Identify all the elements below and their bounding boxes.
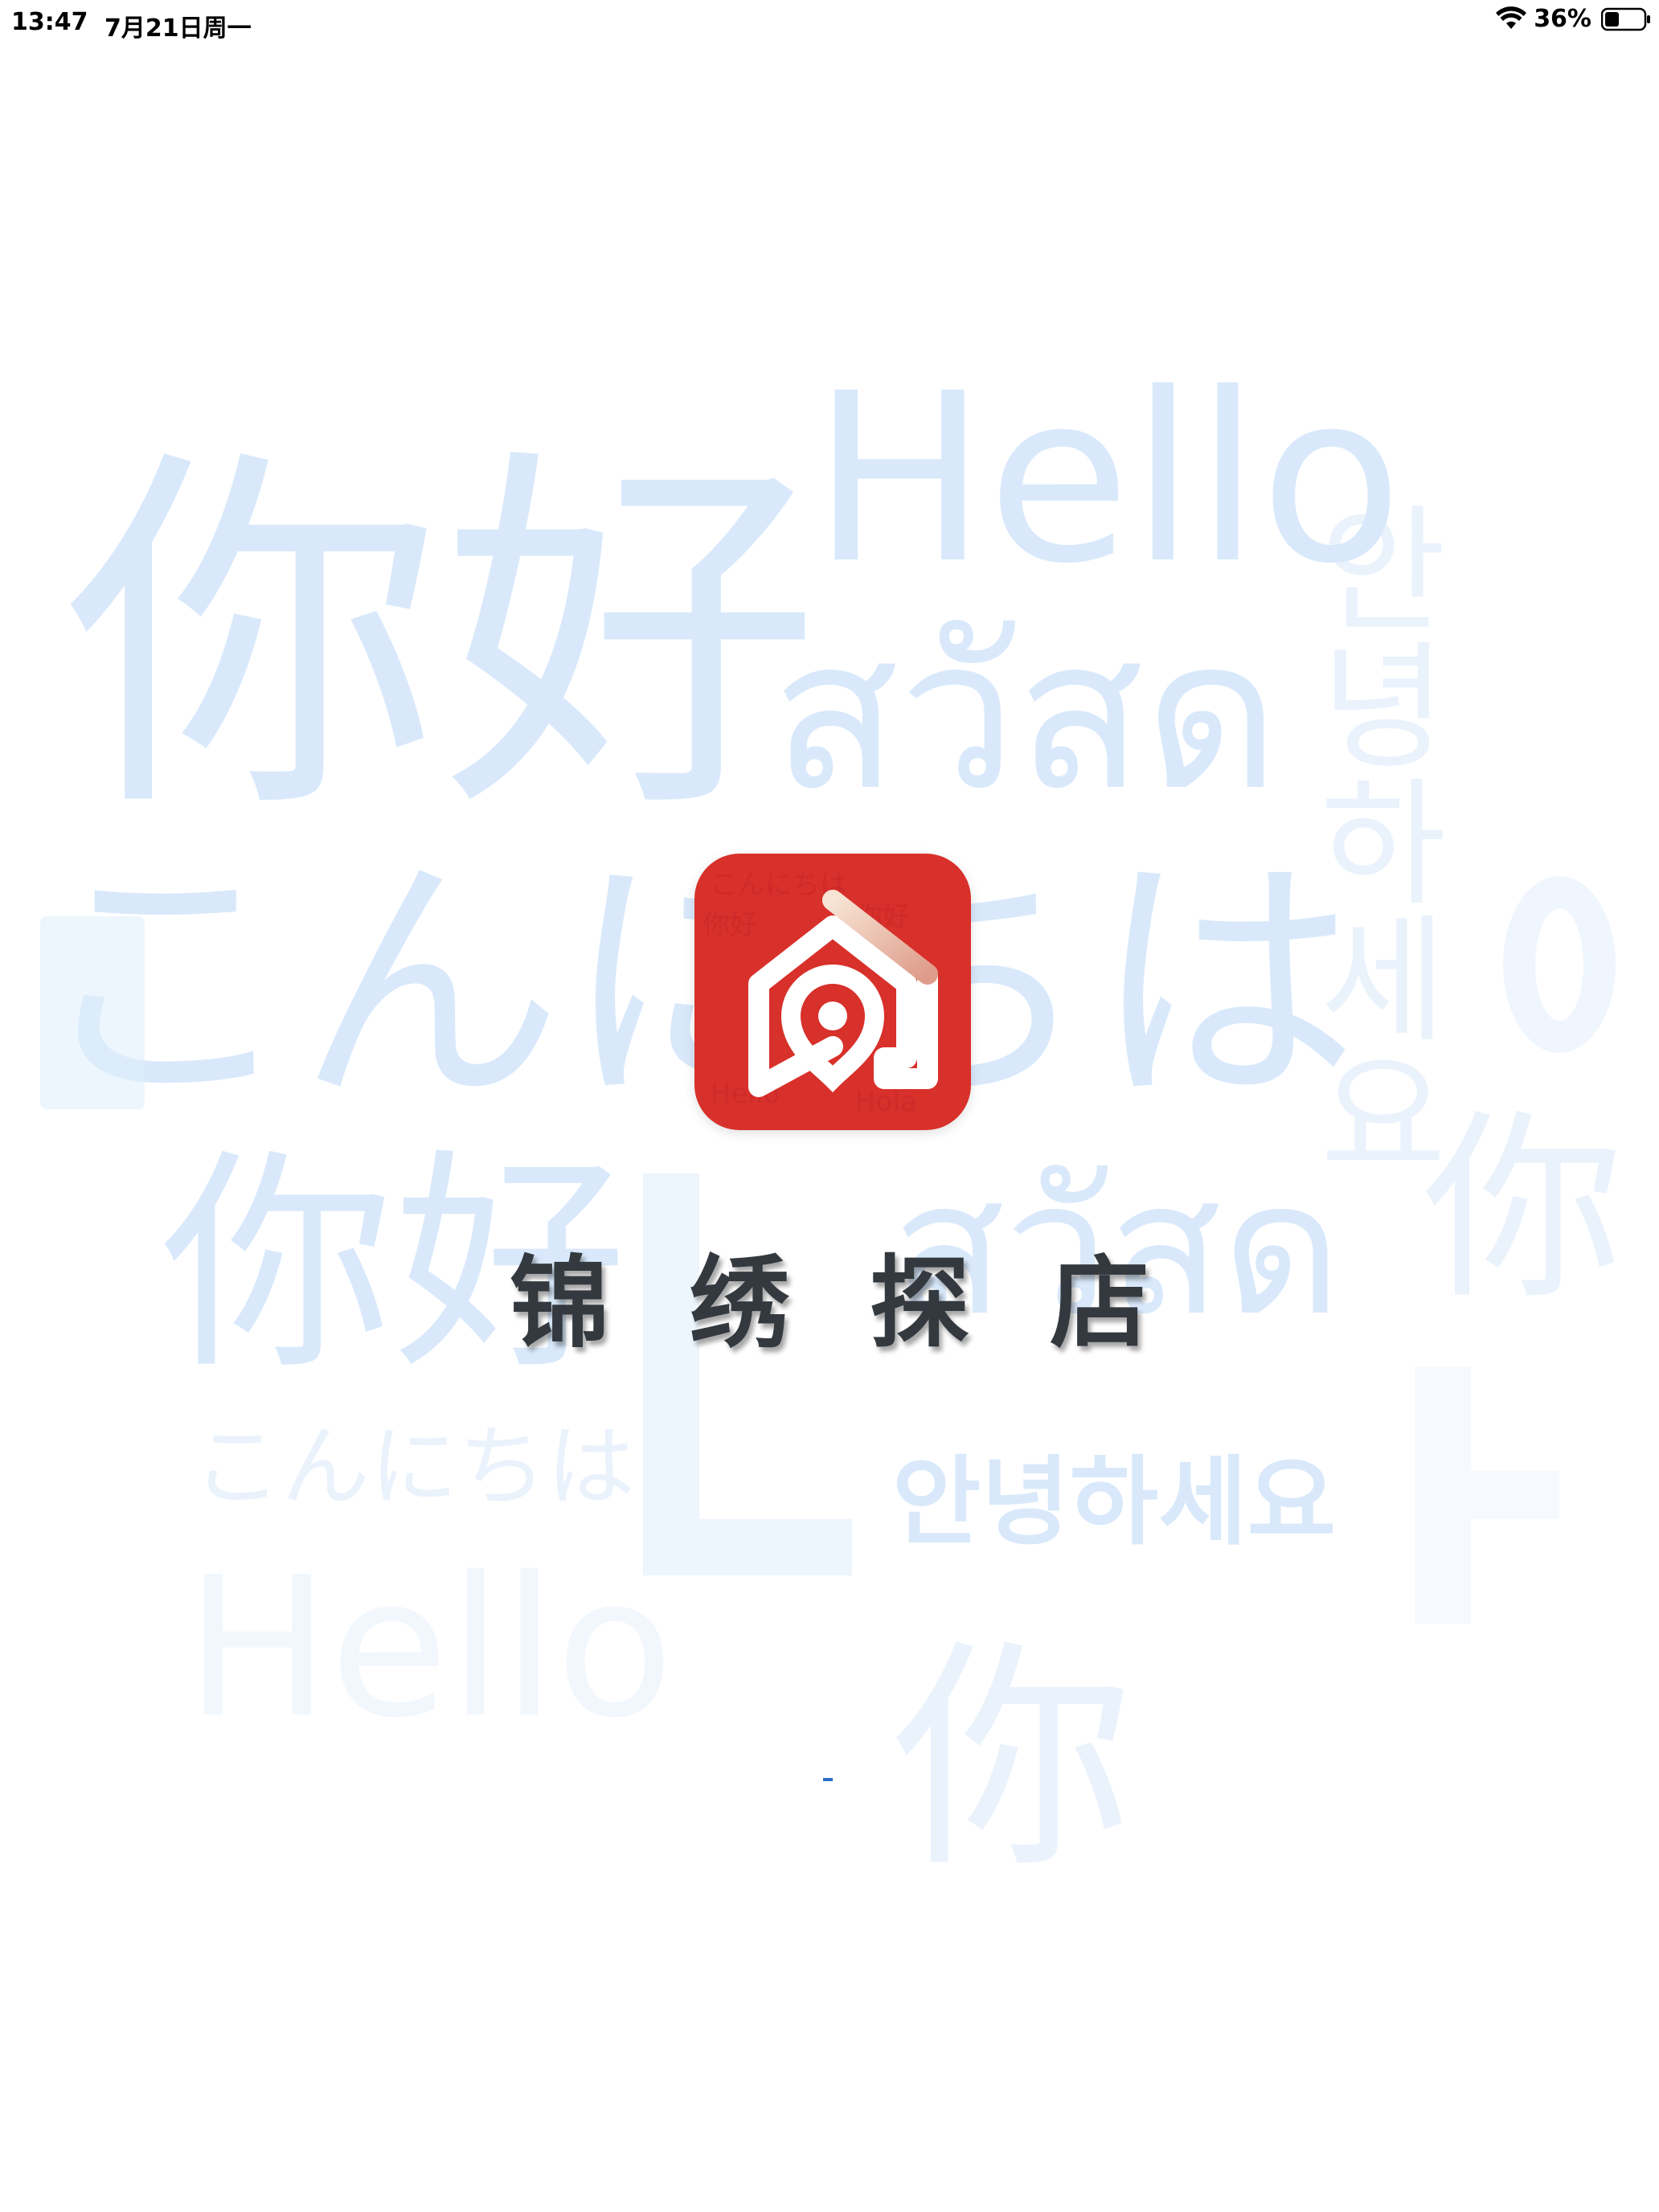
bg-fragment-right-bar (1415, 1366, 1471, 1624)
svg-text:Hola: Hola (855, 1086, 917, 1118)
loading-indicator (823, 1778, 833, 1781)
bg-word-korean-vertical: 안녕하세요 (1291, 498, 1450, 1182)
status-bar: 13:47 7月21日周一 36% (0, 0, 1659, 45)
bg-word-nihao-bottom: 你 (892, 1620, 1133, 1900)
bg-word-hello-top: Hello (812, 344, 1403, 615)
status-date: 7月21日周一 (104, 14, 252, 43)
app-logo: こんにちは 你好 你好 Ho Hello Hola (694, 854, 971, 1130)
bg-fragment-left-bar (40, 916, 145, 1109)
bg-fragment-right-bar-2 (1471, 1471, 1559, 1519)
wifi-icon (1496, 6, 1527, 29)
bg-word-sawasdee-1: สวัสด (772, 594, 1280, 837)
bg-word-annyeong: 안녕하세요 (892, 1447, 1336, 1559)
house-pin-logo-icon: こんにちは 你好 你好 Ho Hello Hola (703, 869, 938, 1118)
status-right-group: 36% (1495, 5, 1651, 33)
bg-word-nihao-big: 你好 (64, 419, 820, 858)
status-time: 13:47 (11, 8, 88, 36)
app-name: 锦绣探店 (509, 1246, 1230, 1362)
battery-percent: 36% (1534, 5, 1591, 33)
bg-word-hello-bottom: Hello (185, 1535, 674, 1760)
svg-text:你好: 你好 (703, 909, 757, 941)
battery-icon (1601, 7, 1650, 31)
bg-word-konnichiwa-small: こんにちは (193, 1415, 635, 1518)
bg-fragment-right-arc (1503, 876, 1616, 1053)
